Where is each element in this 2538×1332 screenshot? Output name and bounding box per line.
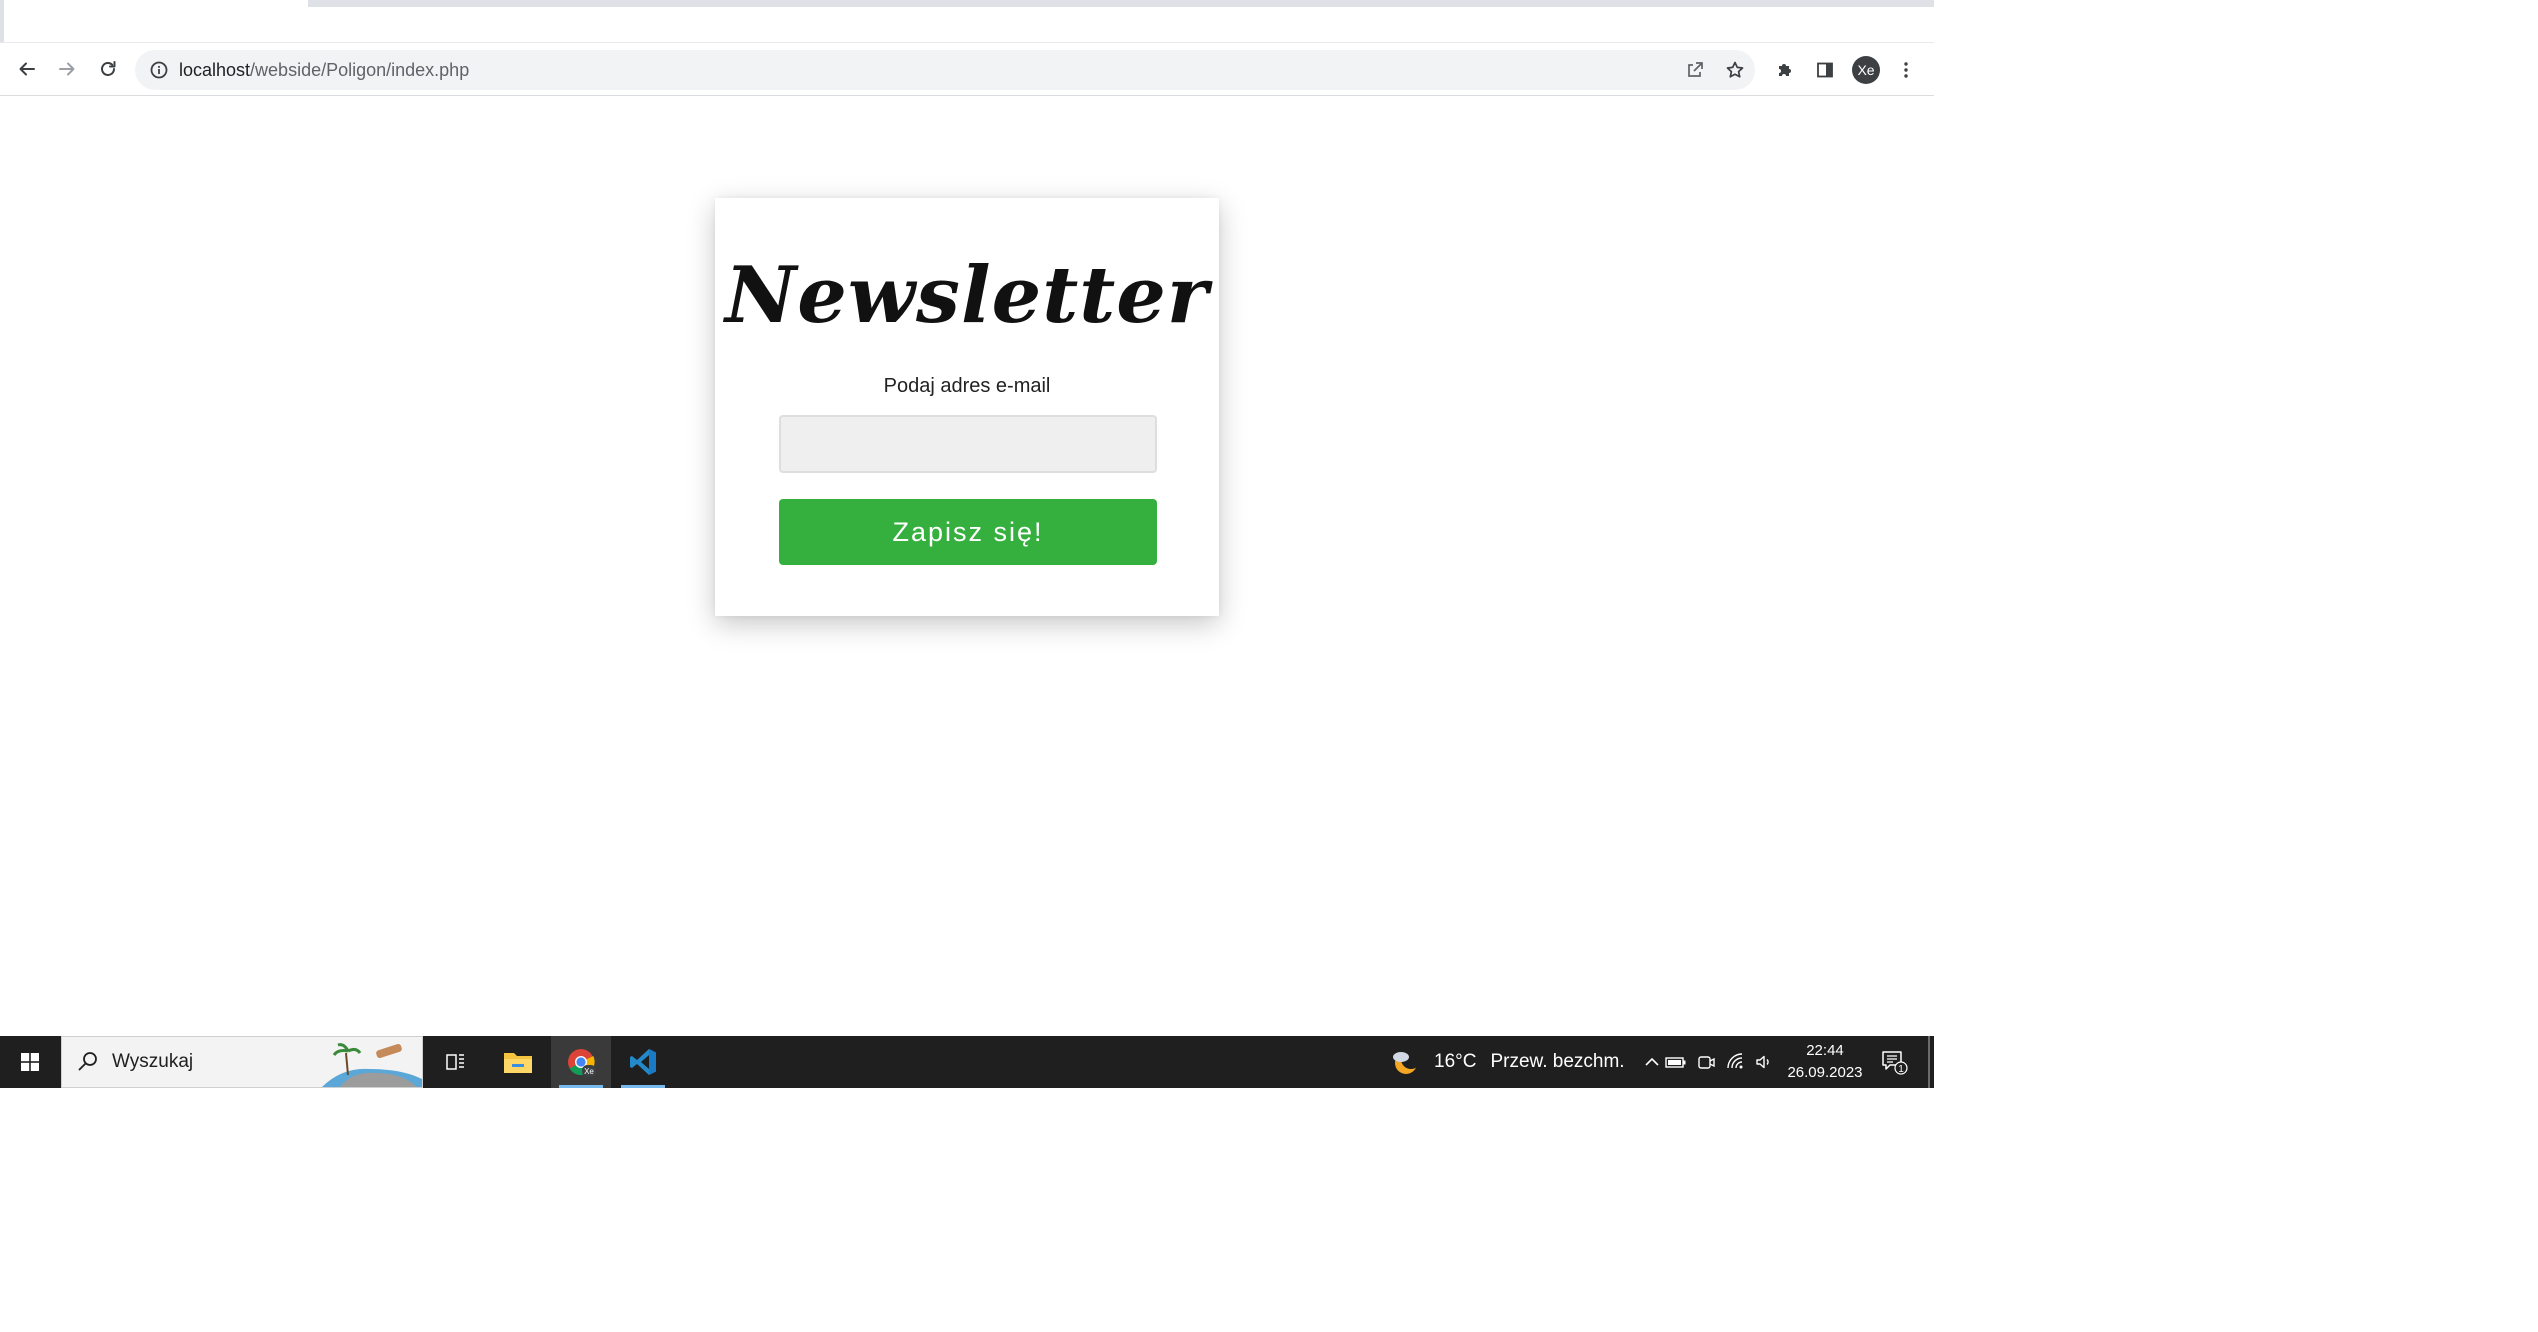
chrome-taskbar-button[interactable]: Xe [551,1036,611,1088]
forward-button[interactable] [50,52,84,86]
volume-button[interactable] [1752,1050,1776,1074]
task-view-icon [446,1054,464,1070]
vscode-taskbar-button[interactable] [613,1036,673,1088]
newsletter-title: Newsletter [724,250,1210,341]
puzzle-icon [1779,64,1791,76]
tray-overflow-button[interactable] [1640,1050,1664,1074]
browser-menu-button[interactable] [1892,56,1920,84]
taskbar-clock[interactable]: 22:44 26.09.2023 [1780,1040,1870,1084]
page-viewport: Newsletter Podaj adres e-mail Zapisz się… [0,97,1934,1036]
url-path: /webside/Poligon/index.php [250,60,470,80]
chrome-profile-badge: Xe [584,1067,594,1076]
screenshot: localhost/webside/Poligon/index.php Xe N… [0,0,1934,1088]
weather-temperature: 16°C [1434,1051,1477,1072]
newsletter-card: Newsletter Podaj adres e-mail Zapisz się… [715,198,1219,616]
url-text: localhost/webside/Poligon/index.php [179,60,469,81]
vscode-running-indicator [621,1085,665,1088]
windows-logo-icon [21,1053,39,1071]
info-icon[interactable] [149,60,169,80]
reload-button[interactable] [91,52,125,86]
browser-toolbar: localhost/webside/Poligon/index.php Xe [0,42,1934,96]
weather-widget[interactable]: 16°C Przew. bezchm. [1390,1036,1625,1088]
task-view-button[interactable] [426,1036,486,1088]
kebab-menu-icon [1904,62,1908,78]
battery-icon [1665,1057,1686,1068]
bookmark-button[interactable] [1722,57,1748,83]
search-highlight-illustration [322,1043,422,1087]
vscode-icon [630,1049,656,1075]
clock-date: 26.09.2023 [1787,1064,1863,1081]
share-icon [1688,62,1703,77]
reload-icon [101,61,116,76]
email-label: Podaj adres e-mail [883,375,1051,397]
search-icon [78,1052,97,1071]
arrow-left-icon [19,62,35,76]
notification-count: 1 [1898,1064,1904,1075]
side-panel-button[interactable] [1811,56,1839,84]
back-button[interactable] [10,52,44,86]
url-host: localhost [179,60,251,80]
action-center-button[interactable]: 1 [1880,1048,1908,1076]
arrow-right-icon [59,62,75,76]
taskbar-search-box[interactable]: Wyszukaj [61,1036,423,1088]
taskbar: Wyszukaj Xe 16°C Przew. bezchm. 22:44 26… [0,1036,1934,1088]
weather-description: Przew. bezchm. [1490,1051,1625,1072]
tab-strip [0,0,1934,42]
extensions-button[interactable] [1771,56,1799,84]
wifi-icon [1727,1053,1743,1069]
show-desktop-button[interactable] [1928,1036,1930,1088]
speaker-icon [1756,1055,1769,1069]
star-icon [1726,61,1744,78]
active-tab-edge [0,0,4,42]
chevron-up-icon [1645,1057,1659,1066]
camera-icon [1698,1056,1715,1069]
search-placeholder: Wyszukaj [112,1051,194,1072]
profile-avatar[interactable]: Xe [1852,56,1880,84]
notification-icon: 1 [1882,1051,1908,1075]
tab-strip-bar [308,0,1934,7]
clock-time: 22:44 [1806,1042,1844,1059]
share-button[interactable] [1682,57,1708,83]
file-explorer-button[interactable] [488,1036,548,1088]
meet-now-button[interactable] [1694,1050,1718,1074]
network-button[interactable] [1724,1050,1748,1074]
chrome-icon: Xe [568,1049,596,1077]
address-bar[interactable]: localhost/webside/Poligon/index.php [135,50,1755,90]
folder-icon [504,1053,532,1073]
chrome-active-indicator [559,1085,603,1088]
subscribe-button[interactable]: Zapisz się! [779,499,1157,565]
email-input[interactable] [779,415,1157,473]
side-panel-icon [1817,62,1833,78]
start-button[interactable] [0,1036,60,1088]
moon-cloud-icon [1393,1049,1421,1074]
battery-button[interactable] [1664,1050,1688,1074]
